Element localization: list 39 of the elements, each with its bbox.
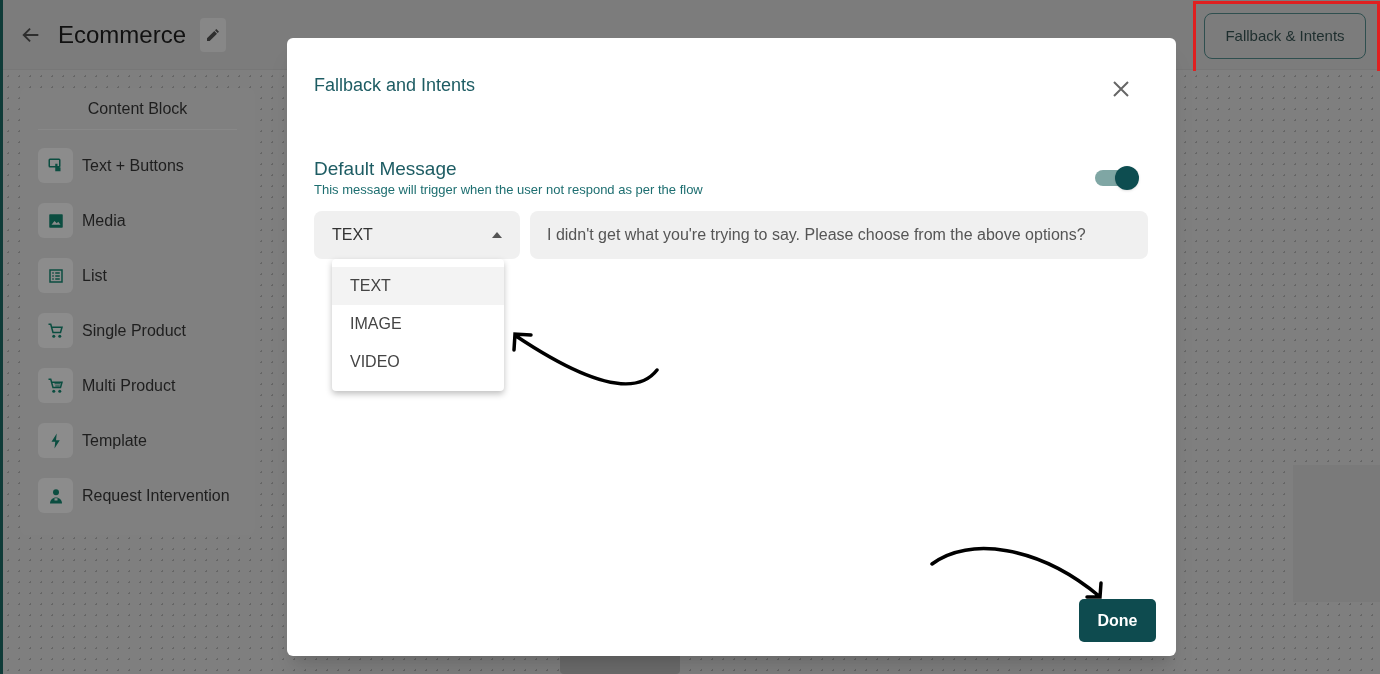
block-item[interactable]: Single Product [38,313,237,348]
block-label: Request Intervention [82,485,230,506]
caret-icon [492,232,502,238]
section-title: Default Message [314,157,457,181]
block-label: Media [82,210,126,231]
close-icon[interactable] [1111,79,1131,99]
pencil-icon [205,26,222,43]
block-label: List [82,265,107,286]
block-icon [38,478,73,513]
type-select[interactable]: TEXT [314,211,520,259]
block-icon [38,148,73,183]
block-icon [38,203,73,238]
flow-title: Ecommerce [58,19,187,50]
block-item[interactable]: List [38,258,237,293]
block-label: Text + Buttons [82,155,184,176]
block-label: Template [82,430,147,451]
panel-title: Content Block [38,88,237,130]
block-item[interactable]: Text + Buttons [38,148,237,183]
block-label: Single Product [82,320,187,341]
block-icon [38,313,73,348]
modal-title: Fallback and Intents [314,74,476,97]
block-item[interactable]: Media [38,203,237,238]
message-field[interactable]: I didn't get what you're trying to say. Please choose from the above options? [530,211,1148,259]
block-icon [38,423,73,458]
section-description: This message will trigger when the user not respond as per the flow [314,181,703,199]
block-icon [38,368,73,403]
block-item[interactable]: Template [38,423,237,458]
block-item[interactable]: Request Intervention [38,478,237,513]
toggle-switch[interactable] [1095,165,1139,191]
block-icon [38,258,73,293]
dropdown-option[interactable]: IMAGE [332,305,504,343]
done-button[interactable]: Done [1079,599,1156,642]
select-value: TEXT [332,225,373,245]
fallback-intents-button[interactable]: Fallback & Intents [1204,13,1366,59]
block-label: Multi Product [82,375,176,396]
dropdown-option[interactable]: VIDEO [332,343,504,381]
block-item[interactable]: Multi Product [38,368,237,403]
dropdown-option[interactable]: TEXT [332,267,504,305]
edit-button[interactable] [200,17,227,52]
